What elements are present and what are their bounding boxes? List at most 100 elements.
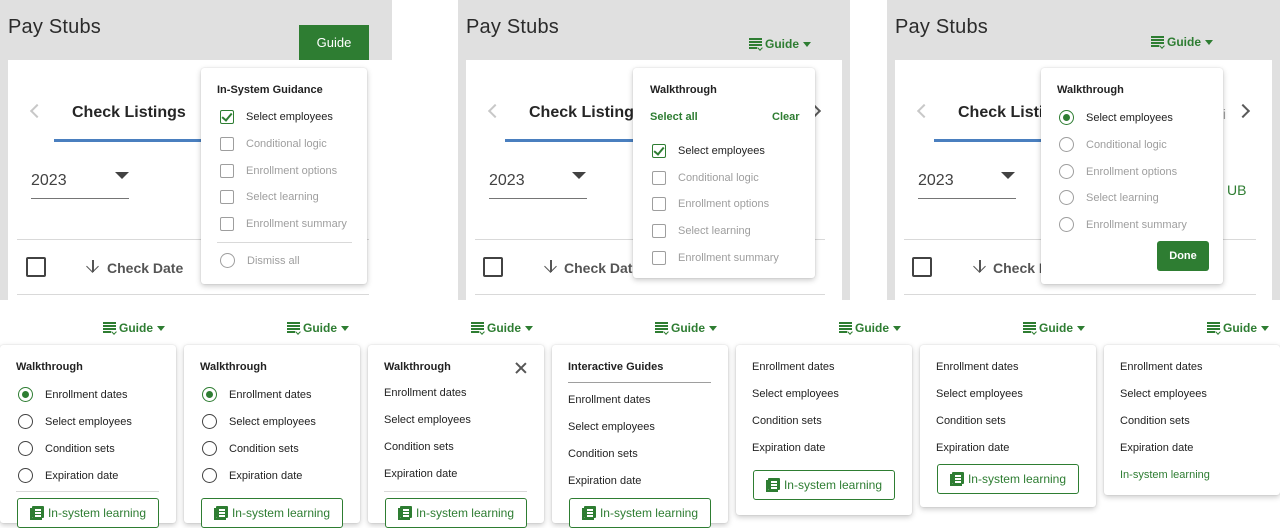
chevron-left-icon[interactable] [29, 103, 45, 119]
guide-link[interactable]: Guide [1151, 35, 1214, 49]
checkbox-icon[interactable] [652, 251, 666, 265]
menu-item[interactable]: Enrollment dates [18, 387, 128, 402]
menu-item[interactable]: Conditional logic [652, 171, 759, 185]
in-system-learning-button[interactable]: In-system learning [569, 498, 711, 528]
year-select-value[interactable]: 2023 [918, 172, 954, 190]
menu-item[interactable]: Select employees [1059, 110, 1173, 125]
caret-down-icon[interactable] [572, 172, 586, 179]
menu-item[interactable]: Select learning [652, 224, 751, 238]
checkbox-icon[interactable] [220, 164, 234, 178]
chevron-left-icon[interactable] [487, 103, 503, 119]
menu-item[interactable]: Enrollment summary [652, 251, 779, 265]
menu-item[interactable]: Select employees [752, 388, 839, 400]
guide-link[interactable]: Guide [749, 37, 812, 51]
select-all-link[interactable]: Select all [650, 111, 698, 123]
menu-item[interactable]: Condition sets [18, 441, 115, 456]
radio-icon[interactable] [202, 468, 217, 483]
in-system-learning-button[interactable]: In-system learning [385, 498, 527, 528]
menu-item[interactable]: Condition sets [568, 448, 638, 460]
radio-icon[interactable] [1059, 190, 1074, 205]
check-icon[interactable] [652, 144, 666, 158]
in-system-learning-link[interactable]: In-system learning [1120, 469, 1210, 481]
chevron-right-icon[interactable] [1235, 103, 1251, 119]
menu-item[interactable]: Select employees [202, 414, 316, 429]
menu-item[interactable]: Expiration date [384, 468, 457, 480]
radio-icon[interactable] [18, 414, 33, 429]
menu-item[interactable]: Enrollment summary [220, 217, 347, 231]
menu-item[interactable]: Expiration date [568, 475, 641, 487]
check-icon[interactable] [220, 110, 234, 124]
menu-item[interactable]: Expiration date [18, 468, 118, 483]
menu-item[interactable]: Conditional logic [1059, 137, 1167, 152]
menu-item[interactable]: Expiration date [202, 468, 302, 483]
menu-item[interactable]: Condition sets [1120, 415, 1190, 427]
menu-item[interactable]: Select employees [652, 144, 765, 158]
caret-down-icon[interactable] [1001, 172, 1015, 179]
checkbox-icon[interactable] [220, 190, 234, 204]
radio-icon[interactable] [202, 414, 217, 429]
radio-icon[interactable] [18, 387, 33, 402]
clear-link[interactable]: Clear [772, 111, 800, 123]
checkbox-icon[interactable] [652, 224, 666, 238]
select-all-checkbox[interactable] [912, 257, 932, 277]
guide-link[interactable]: Guide [839, 321, 902, 335]
menu-item[interactable]: Select employees [936, 388, 1023, 400]
menu-item[interactable]: Condition sets [202, 441, 299, 456]
menu-item[interactable]: Select learning [1059, 190, 1159, 205]
tab-check-listings[interactable]: Check Listings [529, 104, 643, 122]
menu-item[interactable]: Conditional logic [220, 137, 327, 151]
checkbox-icon[interactable] [220, 137, 234, 151]
guide-button[interactable]: Guide [299, 25, 369, 60]
column-header-check-date[interactable]: Check Date [107, 260, 183, 276]
guide-link[interactable]: Guide [655, 321, 718, 335]
year-select-value[interactable]: 2023 [489, 172, 525, 190]
menu-item[interactable]: Expiration date [936, 442, 1009, 454]
menu-item[interactable]: Enrollment options [652, 197, 769, 211]
column-header-check-date[interactable]: Check Date [564, 260, 640, 276]
radio-icon[interactable] [220, 253, 235, 268]
menu-item[interactable]: Select employees [1120, 388, 1207, 400]
chevron-left-icon[interactable] [916, 103, 932, 119]
menu-item[interactable]: Expiration date [752, 442, 825, 454]
guide-link[interactable]: Guide [471, 321, 534, 335]
guide-link[interactable]: Guide [1023, 321, 1086, 335]
checkbox-icon[interactable] [220, 217, 234, 231]
dismiss-all[interactable]: Dismiss all [220, 253, 300, 268]
menu-item[interactable]: Enrollment dates [936, 361, 1019, 373]
menu-item[interactable]: Enrollment dates [1120, 361, 1203, 373]
menu-item[interactable]: Enrollment dates [384, 387, 467, 399]
caret-down-icon[interactable] [115, 172, 129, 179]
menu-item[interactable]: Condition sets [936, 415, 1006, 427]
menu-item[interactable]: Select learning [220, 190, 319, 204]
radio-icon[interactable] [1059, 110, 1074, 125]
menu-item[interactable]: Condition sets [384, 441, 454, 453]
radio-icon[interactable] [1059, 217, 1074, 232]
menu-item[interactable]: Enrollment dates [568, 394, 651, 406]
menu-item[interactable]: Enrollment options [1059, 164, 1177, 179]
tab-check-listings[interactable]: Check Listings [72, 104, 186, 122]
radio-icon[interactable] [1059, 137, 1074, 152]
in-system-learning-button[interactable]: In-system learning [753, 470, 895, 500]
menu-item[interactable]: Enrollment dates [752, 361, 835, 373]
menu-item[interactable]: Select employees [384, 414, 471, 426]
menu-item[interactable]: Select employees [568, 421, 655, 433]
guide-link[interactable]: Guide [103, 321, 166, 335]
tab-check-listings[interactable]: Check Listi [958, 104, 1043, 122]
in-system-learning-button[interactable]: In-system learning [937, 464, 1079, 494]
menu-item[interactable]: Enrollment summary [1059, 217, 1187, 232]
radio-icon[interactable] [18, 441, 33, 456]
menu-item[interactable]: Condition sets [752, 415, 822, 427]
guide-link[interactable]: Guide [1207, 321, 1270, 335]
radio-icon[interactable] [18, 468, 33, 483]
guide-link[interactable]: Guide [287, 321, 350, 335]
in-system-learning-button[interactable]: In-system learning [201, 498, 343, 528]
select-all-checkbox[interactable] [483, 257, 503, 277]
menu-item[interactable]: Select employees [220, 110, 333, 124]
checkbox-icon[interactable] [652, 197, 666, 211]
done-button[interactable]: Done [1157, 241, 1209, 271]
menu-item[interactable]: Expiration date [1120, 442, 1193, 454]
menu-item[interactable]: Select employees [18, 414, 132, 429]
menu-item[interactable]: Enrollment dates [202, 387, 312, 402]
radio-icon[interactable] [202, 387, 217, 402]
close-icon[interactable] [515, 362, 527, 374]
